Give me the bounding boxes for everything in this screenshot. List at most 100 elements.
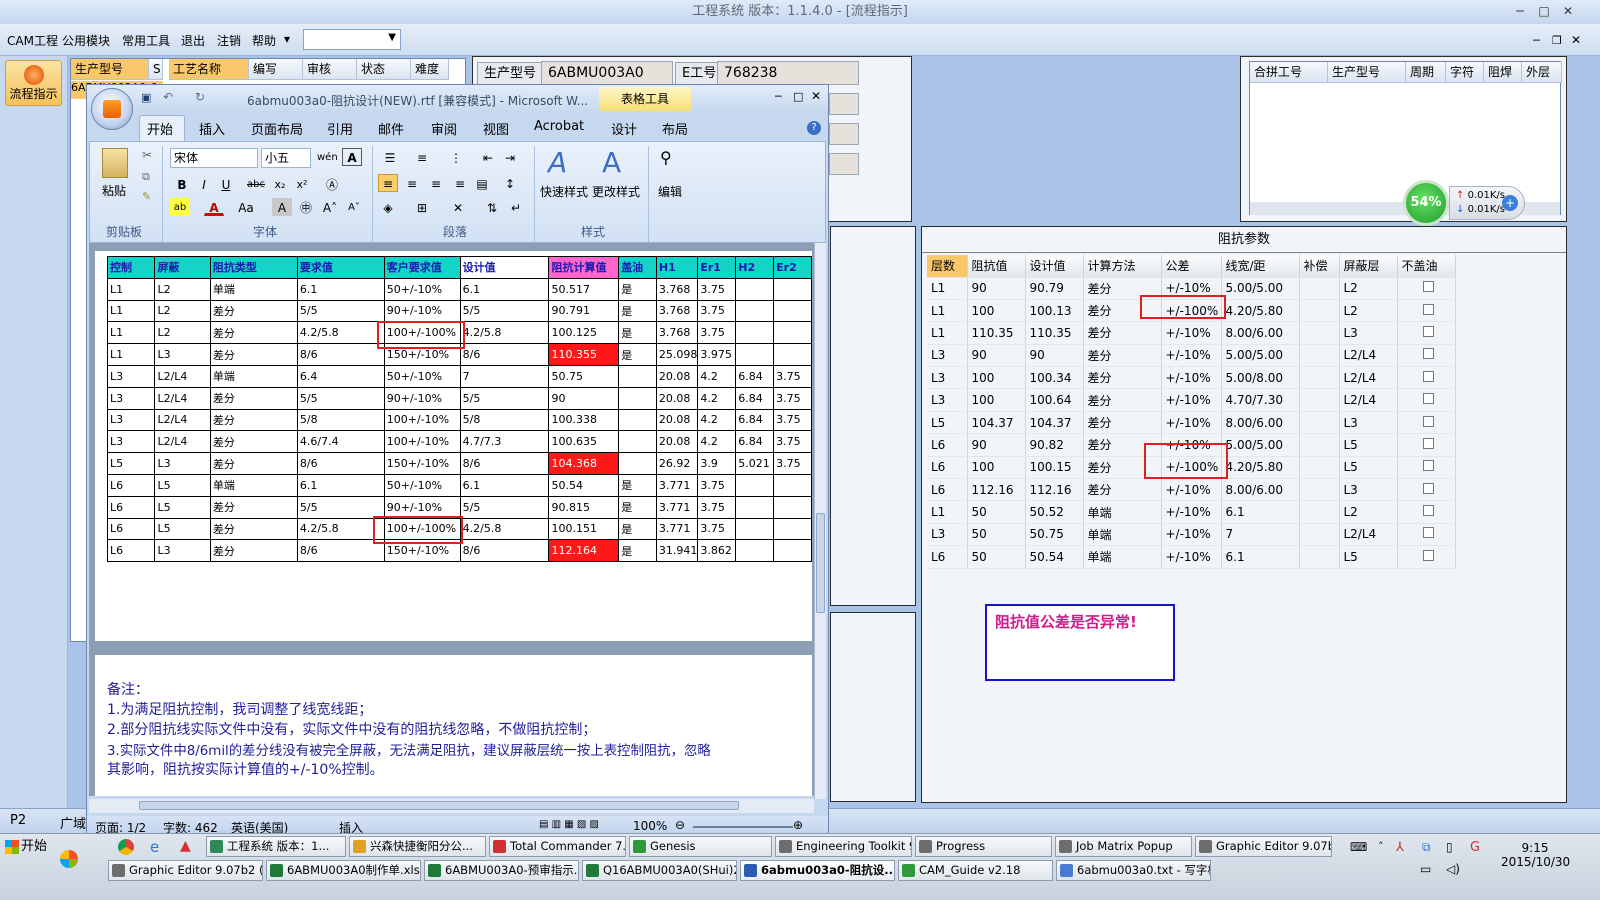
desktop-icon[interactable] — [60, 850, 78, 868]
distributed-icon[interactable]: ▤ — [472, 174, 492, 192]
zoom-out-icon[interactable]: ⊖ — [675, 818, 685, 832]
keyboard-tray-icon[interactable]: ⌨ — [1350, 840, 1367, 854]
no-cover-checkbox[interactable] — [1422, 325, 1434, 337]
char-shading-icon[interactable]: A — [272, 198, 292, 216]
merge-header-mask[interactable]: 阻焊 — [1484, 62, 1522, 83]
no-cover-checkbox[interactable] — [1422, 527, 1434, 539]
table-row[interactable]: L1 50 50.52 单端 +/-10% 6.1 L2 — [927, 500, 1456, 524]
clear-format-icon[interactable]: Ⓐ — [322, 175, 342, 193]
ie-icon[interactable]: e — [150, 838, 159, 856]
no-cover-checkbox[interactable] — [1422, 303, 1434, 315]
table-row[interactable]: L3 90 90 差分 +/-10% 5.00/5.00 L2/L4 — [927, 344, 1456, 368]
menu-logout[interactable]: 注销 — [217, 32, 241, 49]
flow-indicator-button[interactable]: 流程指示 — [5, 60, 62, 106]
table-row[interactable]: L5 104.37 104.37 差分 +/-10% 8.00/6.00 L3 — [927, 411, 1456, 435]
paste-label[interactable]: 粘贴 — [102, 182, 126, 199]
task-eng-toolkit[interactable]: Engineering Toolkit 9... — [775, 836, 912, 857]
imp-header-no-cover[interactable]: 不盖油 — [1397, 255, 1456, 278]
strikethrough-icon[interactable]: abc — [246, 175, 266, 193]
merge-header-prod[interactable]: 生产型号 — [1328, 62, 1406, 83]
tab-layout[interactable]: 布局 — [662, 119, 688, 138]
no-cover-checkbox[interactable] — [1422, 415, 1434, 427]
imp-header-shield[interactable]: 屏蔽层 — [1339, 255, 1398, 278]
bold-icon[interactable]: B — [172, 175, 192, 193]
word-close-icon[interactable]: ✕ — [811, 89, 821, 103]
asian-layout-icon[interactable]: ✕ — [448, 198, 468, 216]
grid-header-prod[interactable]: 生产型号 — [71, 59, 149, 80]
task-progress[interactable]: Progress — [915, 836, 1052, 857]
zoom-slider[interactable] — [693, 826, 793, 828]
hscroll-thumb[interactable] — [139, 801, 739, 810]
tray-security-icon[interactable]: G — [1470, 840, 1480, 855]
borders-icon[interactable]: ⊞ — [412, 198, 432, 216]
minimize-icon[interactable]: ─ — [1510, 3, 1530, 19]
task-graphic-editor[interactable]: Graphic Editor 9.07b... — [1195, 836, 1332, 857]
mdi-restore-icon[interactable]: ❐ — [1552, 34, 1562, 47]
tab-review[interactable]: 审阅 — [431, 119, 457, 138]
process-header-status[interactable]: 状态 — [357, 59, 411, 80]
quick-styles-icon[interactable]: A — [548, 146, 567, 179]
document-page-1[interactable]: 控制 屏蔽 阻抗类型 要求值 客户要求值 设计值 阻抗计算值 盖油 H1 Er1… — [95, 251, 812, 641]
shrink-font-icon[interactable]: A˅ — [344, 198, 364, 216]
tray-monitor-icon[interactable]: ▭ — [1420, 862, 1431, 876]
task-wordpad[interactable]: 6abmu003a0.txt - 写字板 — [1056, 860, 1211, 881]
bullets-icon[interactable]: ☰ — [380, 148, 400, 166]
copy-icon[interactable]: ⧉ — [142, 170, 150, 184]
table-row[interactable]: L3 50 50.75 单端 +/-10% 7 L2/L4 — [927, 523, 1456, 547]
no-cover-checkbox[interactable] — [1422, 460, 1434, 472]
no-cover-checkbox[interactable] — [1422, 437, 1434, 449]
imp-header-method[interactable]: 计算方法 — [1083, 255, 1162, 278]
network-percent-ball[interactable]: 54% — [1403, 180, 1449, 226]
tray-expand-icon[interactable]: ˄ — [1378, 840, 1384, 853]
tab-view[interactable]: 视图 — [483, 119, 509, 138]
table-row[interactable]: L1 110.35 110.35 差分 +/-10% 8.00/6.00 L3 — [927, 321, 1456, 345]
task-total-commander[interactable]: Total Commander 7.... — [489, 836, 626, 857]
mdi-minimize-icon[interactable]: ─ — [1533, 34, 1540, 47]
font-color-icon[interactable]: A — [204, 198, 224, 216]
no-cover-checkbox[interactable] — [1422, 393, 1434, 405]
tab-page-layout[interactable]: 页面布局 — [251, 119, 303, 138]
word-maximize-icon[interactable]: □ — [793, 90, 803, 103]
sort-icon[interactable]: ⇅ — [482, 198, 502, 216]
highlight-icon[interactable]: ab — [170, 198, 190, 216]
align-center-icon[interactable]: ≡ — [402, 174, 422, 192]
task-q16abmu[interactable]: Q16ABMU003A0(SHui)20... — [582, 860, 737, 881]
task-word-active[interactable]: 6abmu003a0-阻抗设... — [740, 860, 895, 881]
change-case-icon[interactable]: Aa — [236, 198, 256, 216]
imp-header-impedance[interactable]: 阻抗值 — [967, 255, 1026, 278]
zoom-level[interactable]: 100% — [633, 819, 667, 833]
maximize-icon[interactable]: □ — [1534, 3, 1554, 19]
numbering-icon[interactable]: ≡ — [412, 148, 432, 166]
superscript-icon[interactable]: x² — [292, 175, 312, 193]
menu-common-module[interactable]: 公用模块 — [62, 32, 110, 49]
start-button[interactable]: 开始 — [3, 836, 49, 858]
shading-icon[interactable]: ◈ — [378, 198, 398, 216]
menu-cam[interactable]: CAM工程 — [7, 32, 58, 49]
format-painter-icon[interactable]: ✎ — [142, 190, 151, 203]
task-prereview[interactable]: 6ABMU003A0-预审指示... — [424, 860, 579, 881]
line-spacing-icon[interactable]: ↕ — [500, 174, 520, 192]
subscript-icon[interactable]: x₂ — [270, 175, 290, 193]
task-excel[interactable]: 6ABMU003A0制作单.xls... — [266, 860, 421, 881]
quick-styles-label[interactable]: 快速样式 — [540, 183, 588, 200]
tab-mailings[interactable]: 邮件 — [378, 119, 404, 138]
menu-help[interactable]: 帮助 — [252, 32, 276, 49]
doc-horizontal-scrollbar[interactable] — [89, 799, 814, 813]
task-cam-guide[interactable]: CAM_Guide v2.18 — [898, 860, 1053, 881]
doc-vertical-scrollbar[interactable] — [814, 243, 826, 799]
process-header-difficulty[interactable]: 难度 — [411, 59, 449, 80]
tab-insert[interactable]: 插入 — [199, 119, 225, 138]
process-header-review[interactable]: 审核 — [303, 59, 357, 80]
merge-header-job[interactable]: 合拼工号 — [1250, 62, 1328, 83]
task-xingsen[interactable]: 兴森快捷衡阳分公... — [349, 836, 486, 857]
merge-header-outer[interactable]: 外层 — [1522, 62, 1562, 83]
align-left-icon[interactable]: ≡ — [378, 174, 398, 192]
task-eng-system[interactable]: 工程系统 版本：1... — [206, 836, 346, 857]
menu-tools[interactable]: 常用工具 — [122, 32, 170, 49]
office-button[interactable] — [91, 88, 133, 130]
task-genesis[interactable]: Genesis — [629, 836, 772, 857]
menu-exit[interactable]: 退出 — [181, 32, 205, 49]
tab-home[interactable]: 开始 — [147, 119, 173, 138]
table-row[interactable]: L6 112.16 112.16 差分 +/-10% 8.00/6.00 L3 — [927, 478, 1456, 502]
char-border-icon[interactable]: A — [342, 148, 362, 166]
